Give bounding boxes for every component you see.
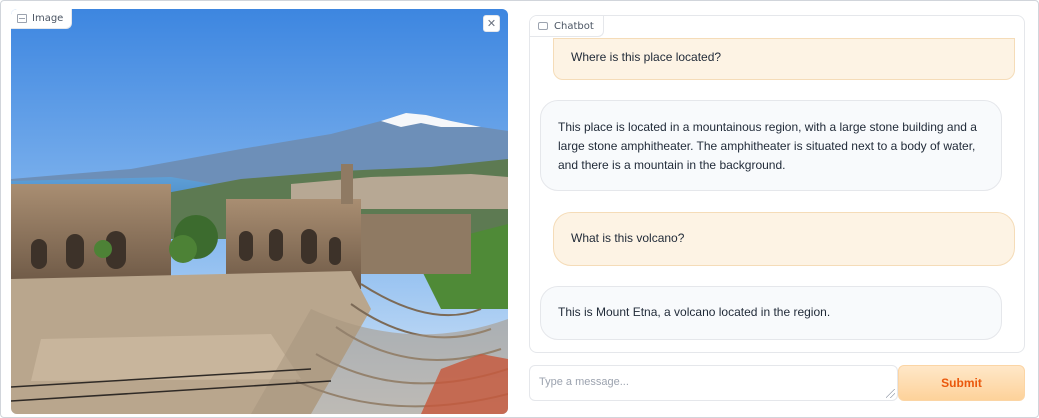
- bot-message: This is Mount Etna, a volcano located in…: [540, 286, 1002, 340]
- image-icon: [17, 14, 27, 23]
- chatbot-label-text: Chatbot: [554, 20, 594, 32]
- message-text: This is Mount Etna, a volcano located in…: [558, 305, 831, 319]
- chatbot-label: Chatbot: [530, 16, 604, 37]
- chatbot-panel[interactable]: Chatbot Where is this place located? Thi…: [529, 15, 1025, 353]
- message-text: Where is this place located?: [571, 50, 722, 64]
- user-message: Where is this place located?: [553, 38, 1015, 80]
- user-message: What is this volcano?: [553, 212, 1015, 266]
- message-text: What is this volcano?: [571, 231, 685, 245]
- image-label: Image: [11, 9, 73, 29]
- close-icon[interactable]: ✕: [483, 15, 500, 32]
- close-glyph: ✕: [486, 17, 497, 30]
- resize-handle-icon[interactable]: [886, 389, 895, 398]
- image-label-text: Image: [32, 13, 64, 24]
- chat-icon: [538, 22, 548, 30]
- uploaded-image: [11, 9, 508, 414]
- message-input-wrapper: [529, 365, 898, 401]
- submit-button[interactable]: Submit: [898, 365, 1025, 401]
- bot-message: This place is located in a mountainous r…: [540, 100, 1002, 191]
- app-frame: Image ✕ Chatbot Where is this place loca…: [0, 0, 1039, 418]
- message-input[interactable]: [530, 366, 897, 400]
- image-panel: Image ✕: [11, 9, 508, 414]
- message-text: This place is located in a mountainous r…: [558, 120, 977, 172]
